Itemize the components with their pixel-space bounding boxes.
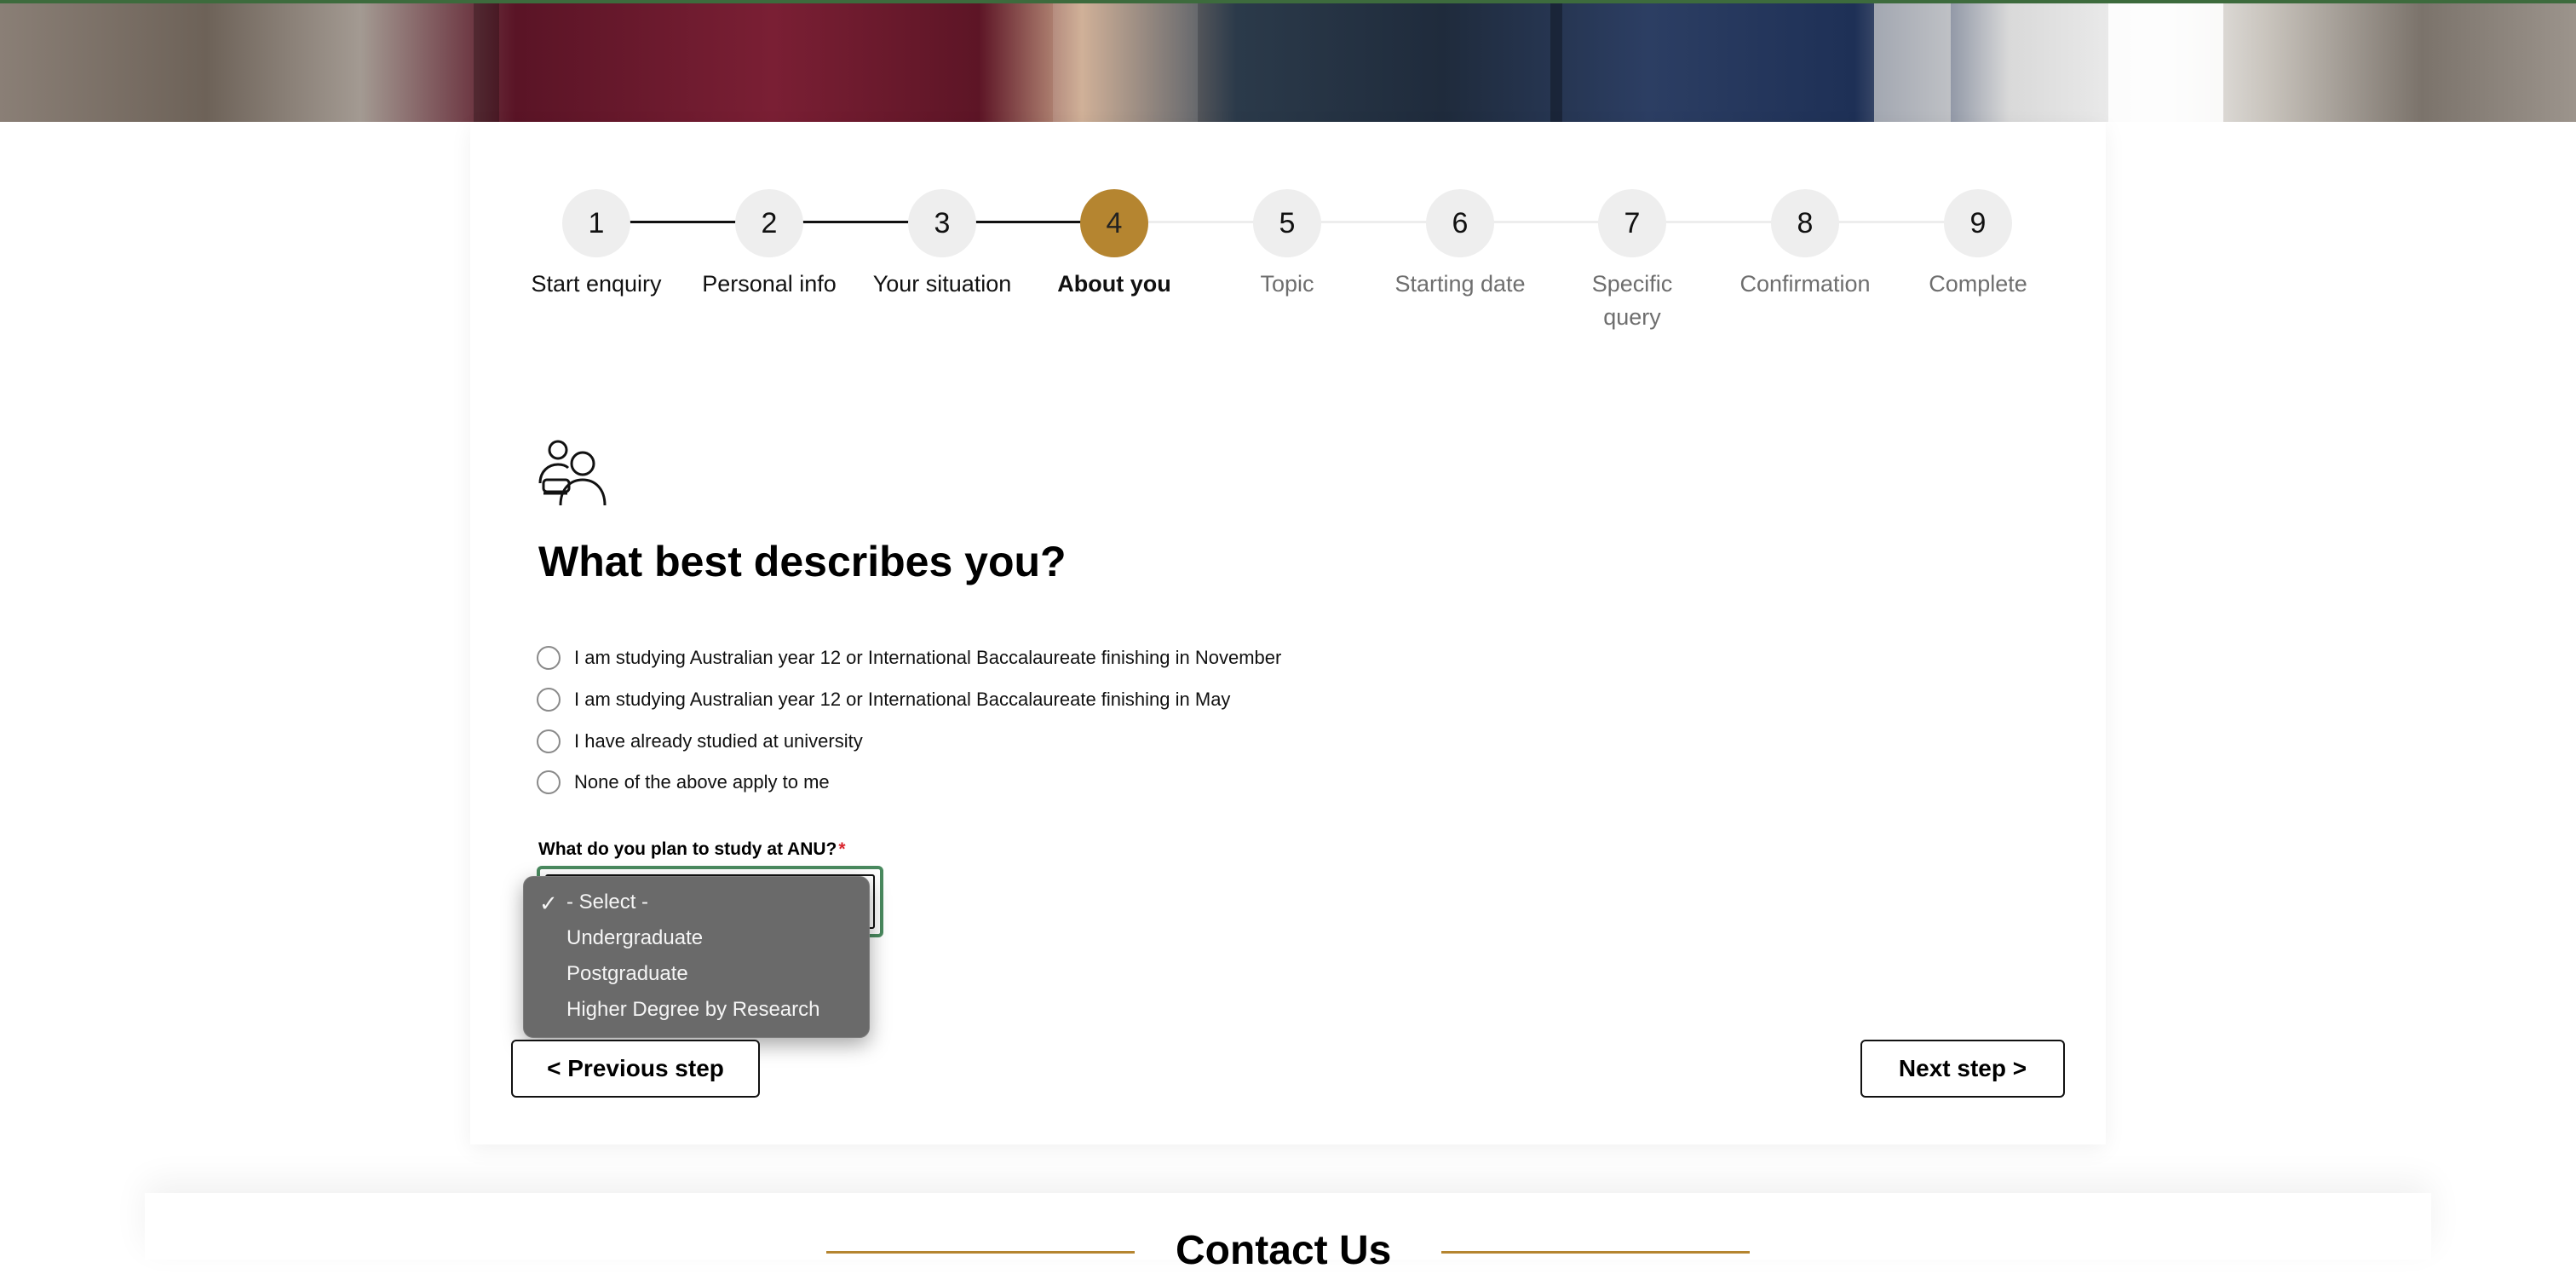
step-9: 9 Complete xyxy=(1901,189,2055,301)
radio-option-none[interactable]: None of the above apply to me xyxy=(537,770,830,794)
step-number: 3 xyxy=(908,189,976,257)
step-label: Start enquiry xyxy=(531,271,662,297)
previous-step-button[interactable]: < Previous step xyxy=(511,1040,760,1098)
contact-rule-left xyxy=(826,1251,1135,1254)
option-label[interactable]: Postgraduate xyxy=(566,962,688,985)
step-4: 4 About you xyxy=(1038,189,1191,301)
radio-option-university[interactable]: I have already studied at university xyxy=(537,729,863,753)
radio-label[interactable]: None of the above apply to me xyxy=(574,771,830,793)
required-marker: * xyxy=(838,839,846,859)
radio-button[interactable] xyxy=(537,646,561,670)
step-label: Specific query xyxy=(1591,271,1673,330)
step-label: Confirmation xyxy=(1739,271,1871,297)
step-label: Your situation xyxy=(872,271,1012,297)
checkmark-icon: ✓ xyxy=(539,891,558,916)
step-1: 1 Start enquiry xyxy=(520,189,673,301)
option-label[interactable]: Undergraduate xyxy=(566,926,703,949)
step-number: 6 xyxy=(1426,189,1494,257)
contact-title: Contact Us xyxy=(1176,1228,1392,1273)
step-7: 7 Specific query xyxy=(1555,189,1709,334)
radio-option-november[interactable]: I am studying Australian year 12 or Inte… xyxy=(537,646,1281,670)
next-step-button[interactable]: Next step > xyxy=(1860,1040,2065,1098)
step-2: 2 Personal info xyxy=(693,189,846,301)
study-select-dropdown: ✓ - Select - Undergraduate Postgraduate … xyxy=(523,876,870,1038)
step-label: Starting date xyxy=(1394,271,1526,297)
step-label: Topic xyxy=(1260,271,1314,297)
people-discussion-icon xyxy=(538,440,607,506)
radio-button[interactable] xyxy=(537,770,561,794)
option-label[interactable]: Higher Degree by Research xyxy=(566,998,819,1021)
option-label[interactable]: - Select - xyxy=(566,891,648,914)
radio-label[interactable]: I am studying Australian year 12 or Inte… xyxy=(574,647,1281,669)
hero-banner-image xyxy=(0,0,2576,122)
radio-label[interactable]: I am studying Australian year 12 or Inte… xyxy=(574,689,1230,711)
step-6: 6 Starting date xyxy=(1383,189,1537,301)
step-label: Personal info xyxy=(702,271,837,297)
dropdown-option-undergraduate[interactable]: Undergraduate xyxy=(566,926,703,950)
step-number: 5 xyxy=(1253,189,1321,257)
step-number: 2 xyxy=(735,189,803,257)
step-number: 9 xyxy=(1944,189,2012,257)
study-field-label-text: What do you plan to study at ANU? xyxy=(538,839,837,859)
step-number: 4 xyxy=(1080,189,1148,257)
radio-button[interactable] xyxy=(537,688,561,712)
step-3: 3 Your situation xyxy=(865,189,1019,301)
dropdown-option-postgraduate[interactable]: Postgraduate xyxy=(566,962,688,986)
step-number: 1 xyxy=(562,189,630,257)
study-field-label: What do you plan to study at ANU?* xyxy=(538,839,846,860)
step-number: 7 xyxy=(1598,189,1666,257)
step-5: 5 Topic xyxy=(1210,189,1364,301)
dropdown-option-select[interactable]: ✓ - Select - xyxy=(539,891,648,916)
contact-rule-right xyxy=(1441,1251,1750,1254)
dropdown-option-hdr[interactable]: Higher Degree by Research xyxy=(566,998,819,1022)
radio-button[interactable] xyxy=(537,729,561,753)
stepper-line-complete xyxy=(596,221,1114,223)
radio-label[interactable]: I have already studied at university xyxy=(574,730,863,752)
radio-option-may[interactable]: I am studying Australian year 12 or Inte… xyxy=(537,688,1230,712)
step-label: Complete xyxy=(1929,271,2027,297)
step-8: 8 Confirmation xyxy=(1728,189,1882,301)
step-number: 8 xyxy=(1771,189,1839,257)
question-title: What best describes you? xyxy=(538,538,1067,585)
step-label: About you xyxy=(1057,271,1171,297)
